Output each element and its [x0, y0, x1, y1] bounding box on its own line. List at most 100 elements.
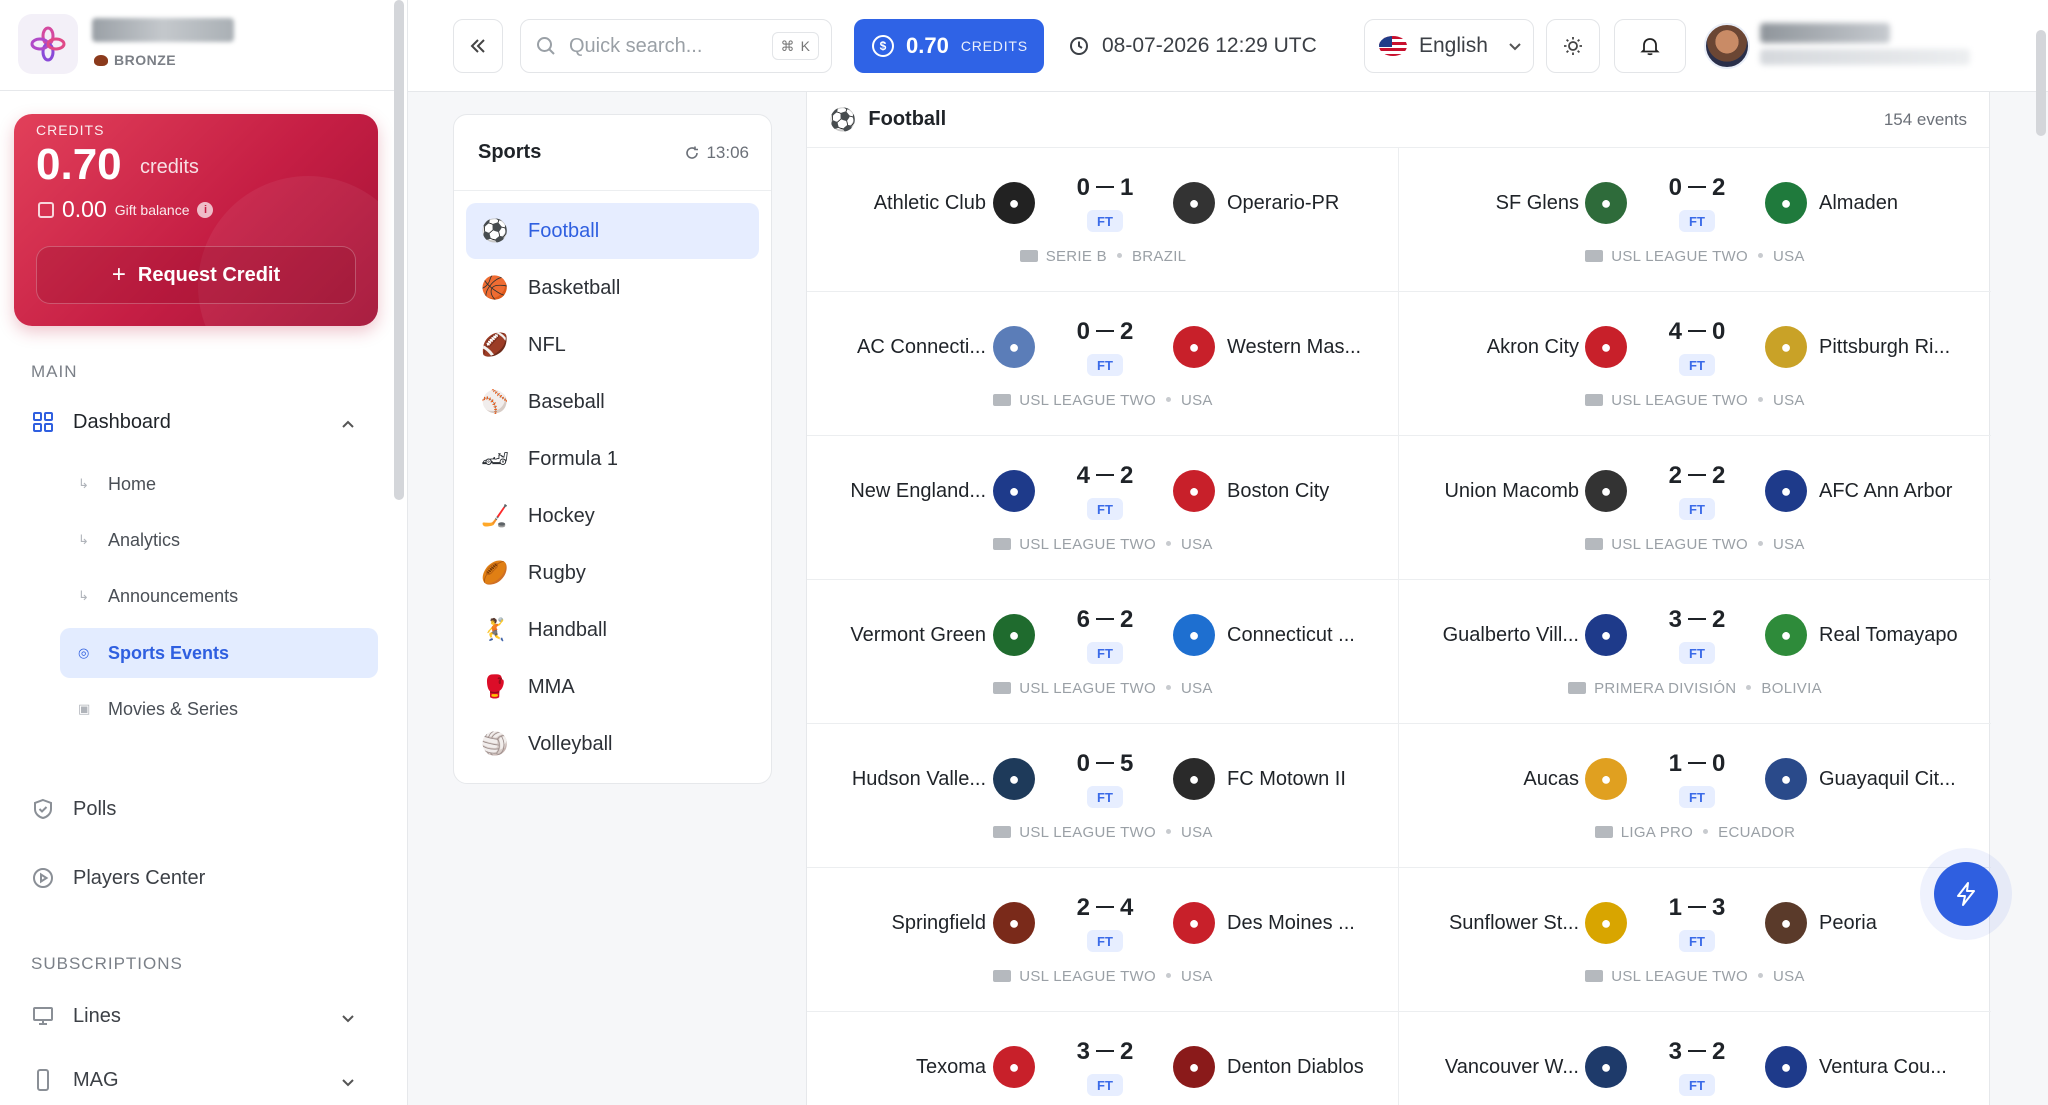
- sport-item-formula-1[interactable]: 🏎 Formula 1: [466, 431, 759, 487]
- match-status-badge: FT: [1087, 354, 1123, 376]
- sub-item-analytics[interactable]: ↳ Analytics: [60, 515, 378, 565]
- sport-icon: 🏒: [481, 503, 509, 528]
- home-team: Springfield: [891, 912, 986, 934]
- match-card[interactable]: Vancouver W... ● 3 2 FT ● Ventura Cou...: [1399, 1012, 1991, 1105]
- away-score: 2: [1120, 318, 1134, 345]
- sub-item-movies-series[interactable]: ▣ Movies & Series: [60, 684, 378, 734]
- home-team: Athletic Club: [873, 192, 986, 214]
- sub-item-announcements[interactable]: ↳ Announcements: [60, 571, 378, 621]
- chevron-down-icon[interactable]: [338, 1072, 358, 1092]
- score-separator: [1096, 905, 1114, 908]
- home-score: 0: [1076, 750, 1090, 777]
- sport-item-football[interactable]: ⚽ Football: [466, 203, 759, 259]
- search-icon: [537, 37, 555, 55]
- refresh-timer[interactable]: 13:06: [684, 143, 749, 163]
- home-team: Hudson Valle...: [851, 768, 986, 790]
- home-team: New England...: [850, 480, 986, 502]
- sport-item-mma[interactable]: 🥊 MMA: [466, 659, 759, 715]
- request-credit-button[interactable]: + Request Credit: [36, 246, 356, 304]
- match-league: USL LEAGUE TWO USA: [807, 968, 1399, 985]
- sport-icon: 🏎: [481, 446, 509, 471]
- league-name: USL LEAGUE TWO: [1019, 968, 1156, 985]
- sport-item-hockey[interactable]: 🏒 Hockey: [466, 488, 759, 544]
- home-team-crest-icon: ●: [1585, 614, 1627, 656]
- score-separator: [1688, 329, 1706, 332]
- double-chevron-left-icon: [470, 39, 485, 53]
- events-header: ⚽ Football 154 events: [807, 92, 1989, 148]
- score-separator: [1096, 617, 1114, 620]
- sport-item-volleyball[interactable]: 🏐 Volleyball: [466, 716, 759, 772]
- sport-item-nfl[interactable]: 🏈 NFL: [466, 317, 759, 373]
- nav-polls[interactable]: Polls: [31, 797, 116, 821]
- match-card[interactable]: AC Connecti... ● 0 2 FT ● Western Mas... USL LE…: [807, 292, 1399, 436]
- sport-label: Football: [528, 219, 600, 242]
- quick-action-button[interactable]: [1934, 862, 1998, 926]
- nav-dashboard[interactable]: Dashboard: [31, 410, 171, 434]
- credits-button[interactable]: $ 0.70 CREDITS: [854, 19, 1044, 73]
- away-team-crest-icon: ●: [1765, 902, 1807, 944]
- match-card[interactable]: Sunflower St... ● 1 3 FT ● Peoria USL LEAGUE TW…: [1399, 868, 1991, 1012]
- app-logo[interactable]: [18, 14, 78, 74]
- home-team: Union Macomb: [1444, 480, 1579, 502]
- sport-item-rugby[interactable]: 🏉 Rugby: [466, 545, 759, 601]
- match-score: 32: [1657, 1038, 1737, 1066]
- match-league: SERIE B BRAZIL: [807, 248, 1399, 265]
- sub-item-sports-events[interactable]: ◎ Sports Events: [60, 628, 378, 678]
- match-score: 40: [1657, 318, 1737, 346]
- nav-players-center[interactable]: Players Center: [31, 866, 205, 890]
- sport-item-basketball[interactable]: 🏀 Basketball: [466, 260, 759, 316]
- sub-item-home[interactable]: ↳ Home: [60, 459, 378, 509]
- league-name: PRIMERA DIVISIÓN: [1594, 680, 1737, 697]
- separator-dot: [1165, 540, 1171, 546]
- info-icon[interactable]: i: [197, 201, 214, 218]
- match-card[interactable]: Gualberto Vill... ● 3 2 FT ● Real Tomayapo PRIM…: [1399, 580, 1991, 724]
- sport-item-handball[interactable]: 🤾 Handball: [466, 602, 759, 658]
- lightning-icon: [1957, 882, 1975, 906]
- language-select[interactable]: English: [1364, 19, 1534, 73]
- sport-label: NFL: [528, 333, 566, 356]
- match-card[interactable]: Vermont Green ● 6 2 FT ● Connecticut ... USL LE…: [807, 580, 1399, 724]
- match-league: USL LEAGUE TWO USA: [1399, 536, 1991, 553]
- user-profile-menu[interactable]: [1704, 19, 2004, 73]
- theme-toggle-button[interactable]: [1546, 19, 1600, 73]
- match-card[interactable]: Akron City ● 4 0 FT ● Pittsburgh Ri... USL LEAG…: [1399, 292, 1991, 436]
- nav-mag[interactable]: MAG: [31, 1068, 119, 1092]
- match-card[interactable]: Springfield ● 2 4 FT ● Des Moines ... USL LEAGU…: [807, 868, 1399, 1012]
- home-score: 0: [1076, 318, 1090, 345]
- score-separator: [1688, 761, 1706, 764]
- chevron-down-icon[interactable]: [338, 1008, 358, 1028]
- away-score: 1: [1120, 174, 1134, 201]
- datetime-text: 08-07-2026 12:29 UTC: [1102, 34, 1317, 57]
- match-card[interactable]: Union Macomb ● 2 2 FT ● AFC Ann Arbor USL LEAGU…: [1399, 436, 1991, 580]
- match-score: 01: [1065, 174, 1145, 202]
- nav-lines[interactable]: Lines: [31, 1004, 121, 1028]
- separator-dot: [1757, 540, 1763, 546]
- sport-label: Handball: [528, 618, 607, 641]
- avatar[interactable]: [1704, 23, 1750, 69]
- match-card[interactable]: Hudson Valle... ● 0 5 FT ● FC Motown II USL LEA…: [807, 724, 1399, 868]
- notifications-button[interactable]: [1614, 19, 1686, 73]
- shortcut-badge: ⌘ K: [771, 32, 819, 60]
- match-card[interactable]: Texoma ● 3 2 FT ● Denton Diablos: [807, 1012, 1399, 1105]
- bell-icon: [1640, 38, 1660, 56]
- search-input[interactable]: Quick search... ⌘ K: [520, 19, 832, 73]
- sport-item-baseball[interactable]: ⚾ Baseball: [466, 374, 759, 430]
- match-league: USL LEAGUE TWO USA: [807, 824, 1399, 841]
- football-icon: ⚽: [829, 106, 857, 132]
- home-team-crest-icon: ●: [1585, 902, 1627, 944]
- collapse-sidebar-button[interactable]: [453, 19, 503, 73]
- match-card[interactable]: Athletic Club ● 0 1 FT ● Operario-PR SERIE B BRA…: [807, 148, 1399, 292]
- sidebar-scrollbar[interactable]: [394, 0, 404, 500]
- home-score: 0: [1668, 174, 1682, 201]
- away-team: Ventura Cou...: [1819, 1056, 1947, 1078]
- match-card[interactable]: New England... ● 4 2 FT ● Boston City USL LEAGU…: [807, 436, 1399, 580]
- away-team: Operario-PR: [1227, 192, 1340, 214]
- page-scrollbar[interactable]: [2036, 30, 2046, 136]
- match-card[interactable]: SF Glens ● 0 2 FT ● Almaden USL LEAGUE TWO USA: [1399, 148, 1991, 292]
- home-score: 1: [1668, 750, 1682, 777]
- sport-label: Basketball: [528, 276, 621, 299]
- match-card[interactable]: Aucas ● 1 0 FT ● Guayaquil Cit... LIGA PRO ECUAD…: [1399, 724, 1991, 868]
- events-count: 154 events: [1883, 109, 1967, 129]
- chevron-up-icon[interactable]: [338, 414, 358, 434]
- target-icon: ◎: [78, 645, 90, 660]
